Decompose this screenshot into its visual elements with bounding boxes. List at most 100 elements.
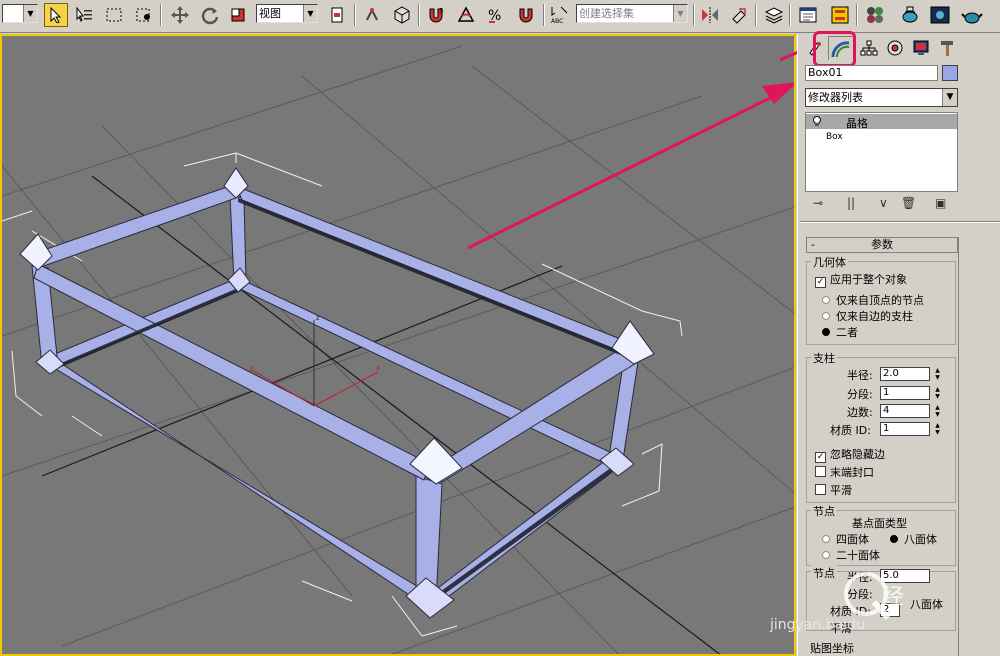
pin-stack-icon[interactable]: ⊸ xyxy=(813,196,823,210)
angle-snap-button[interactable] xyxy=(454,3,478,27)
material-editor-button[interactable] xyxy=(863,3,887,27)
configure-modifier-sets-icon[interactable]: ▣ xyxy=(935,196,946,210)
modifier-stack[interactable]: 晶格 Box xyxy=(805,112,958,192)
track-view-button[interactable] xyxy=(796,3,820,27)
track-view-icon xyxy=(799,7,817,23)
select-object-button[interactable] xyxy=(44,3,68,27)
radio-nodes-only[interactable]: 仅来自顶点的节点 xyxy=(822,292,924,308)
stack-item-lattice[interactable]: 晶格 xyxy=(806,114,957,130)
stack-item-lattice-label: 晶格 xyxy=(846,117,868,130)
radio-tetra-dot xyxy=(822,535,830,543)
collapse-minus-icon: - xyxy=(811,238,815,251)
mirror-button[interactable] xyxy=(698,3,722,27)
strut-sides-field[interactable]: 4 xyxy=(880,404,930,418)
axis-x-label: x xyxy=(376,363,381,372)
select-by-name-icon xyxy=(76,7,92,22)
apply-whole-checkbox[interactable]: ✓ 应用于整个对象 xyxy=(815,271,907,288)
tab-utilities[interactable] xyxy=(934,36,960,60)
scale-button[interactable] xyxy=(226,3,250,27)
strut-smooth-checkbox[interactable]: 平滑 xyxy=(815,482,852,498)
select-by-name-button[interactable] xyxy=(72,3,96,27)
strut-segments-field[interactable]: 1 xyxy=(880,386,930,400)
radio-struts-only[interactable]: 仅来自边的支柱 xyxy=(822,308,913,324)
keyboard-shortcut-button[interactable] xyxy=(390,3,414,27)
geometry-group-label: 几何体 xyxy=(811,254,848,270)
end-caps-check xyxy=(815,466,826,477)
active-shade-button[interactable] xyxy=(960,3,984,27)
ignore-hidden-check: ✓ xyxy=(815,452,826,463)
strut-segments-spinner[interactable]: ▲ ▼ xyxy=(933,386,942,400)
motion-icon xyxy=(887,40,903,56)
modifier-list-dropdown[interactable]: 修改器列表 ▼ xyxy=(805,88,958,107)
toolbar-separator xyxy=(418,4,420,26)
spinner-snap-button[interactable] xyxy=(514,3,538,27)
quick-render-button[interactable] xyxy=(928,3,952,27)
percent-snap-icon: % xyxy=(488,8,501,24)
layer-manager-button[interactable] xyxy=(762,3,786,27)
radio-both-label: 二者 xyxy=(836,326,858,339)
strut-matid-field[interactable]: 1 xyxy=(880,422,930,436)
schematic-view-button[interactable] xyxy=(828,3,852,27)
radio-both-dot xyxy=(822,328,830,336)
radio-both[interactable]: 二者 xyxy=(822,324,858,340)
show-end-result-icon[interactable]: || xyxy=(847,196,855,210)
stack-item-box[interactable]: Box xyxy=(826,132,843,142)
strut-sides-label: 边数: xyxy=(847,406,873,419)
make-unique-icon[interactable]: ∨ xyxy=(879,196,888,210)
svg-text:3: 3 xyxy=(439,7,443,15)
rect-selection-button[interactable] xyxy=(102,3,126,27)
render-scene-button[interactable] xyxy=(898,3,922,27)
teapot-icon xyxy=(961,12,983,24)
strut-sides-spinner[interactable]: ▲ ▼ xyxy=(933,404,942,418)
end-caps-checkbox[interactable]: 末端封口 xyxy=(815,464,874,480)
joints-group-2-label: 节点 xyxy=(811,565,837,581)
rotate-button[interactable] xyxy=(198,3,222,27)
radio-nodes-only-label: 仅来自顶点的节点 xyxy=(836,294,924,307)
align-icon xyxy=(732,8,746,24)
window-crossing-button[interactable] xyxy=(132,3,156,27)
radio-icosa-label: 二十面体 xyxy=(836,549,880,562)
align-button[interactable] xyxy=(727,3,751,27)
radio-tetra[interactable]: 四面体 xyxy=(822,531,869,547)
perspective-viewport[interactable]: z y x xyxy=(0,34,796,656)
radio-icosa[interactable]: 二十面体 xyxy=(822,547,880,563)
parameters-rollout-header[interactable]: - 参数 xyxy=(806,237,958,253)
named-selection-combo[interactable]: 创建选择集 ▼ xyxy=(576,4,688,23)
viewport-scene: z y x xyxy=(2,45,794,654)
toolbar-separator xyxy=(354,4,356,26)
edit-named-selection-button[interactable]: ABC xyxy=(548,3,572,27)
object-color-swatch[interactable] xyxy=(942,65,958,81)
strut-segments-label: 分段: xyxy=(847,388,873,401)
panel-divider xyxy=(800,221,1000,223)
ignore-hidden-label: 忽略隐藏边 xyxy=(830,448,885,461)
strut-smooth-label: 平滑 xyxy=(830,484,852,497)
ignore-hidden-checkbox[interactable]: ✓ 忽略隐藏边 xyxy=(815,446,885,463)
named-selection-icon: ABC xyxy=(551,6,568,25)
selection-filter-combo[interactable]: ▼ xyxy=(2,4,38,23)
radio-octa-dot xyxy=(890,535,898,543)
strut-radius-field[interactable]: 2.0 xyxy=(880,367,930,381)
object-name-field[interactable]: Box01 xyxy=(805,65,938,81)
lattice-object[interactable] xyxy=(19,167,655,619)
pivot-center-button[interactable] xyxy=(325,3,349,27)
modifier-list-label: 修改器列表 xyxy=(808,91,863,104)
panel-scroll-track[interactable] xyxy=(958,237,962,656)
move-button[interactable] xyxy=(168,3,192,27)
strut-radius-spinner[interactable]: ▲ ▼ xyxy=(933,367,942,381)
strut-matid-spinner[interactable]: ▲ ▼ xyxy=(933,422,942,436)
radio-octa[interactable]: 八面体 xyxy=(890,531,937,547)
layers-icon xyxy=(764,7,784,24)
tab-hierarchy[interactable] xyxy=(856,36,882,60)
toolbar-separator xyxy=(789,4,791,26)
manipulate-button[interactable] xyxy=(360,3,384,27)
tab-motion[interactable] xyxy=(882,36,908,60)
tab-display[interactable] xyxy=(908,36,934,60)
remove-modifier-icon[interactable]: 🗑 xyxy=(901,196,916,210)
reference-coord-combo[interactable]: 视图 ▼ xyxy=(256,4,318,23)
move-icon xyxy=(171,6,189,24)
angle-snap-icon xyxy=(457,6,475,22)
snap-toggle-button[interactable]: 3 xyxy=(424,3,448,27)
percent-snap-button[interactable]: % xyxy=(484,3,508,27)
radio-tetra-label: 四面体 xyxy=(836,533,869,546)
cube-icon xyxy=(394,6,410,24)
